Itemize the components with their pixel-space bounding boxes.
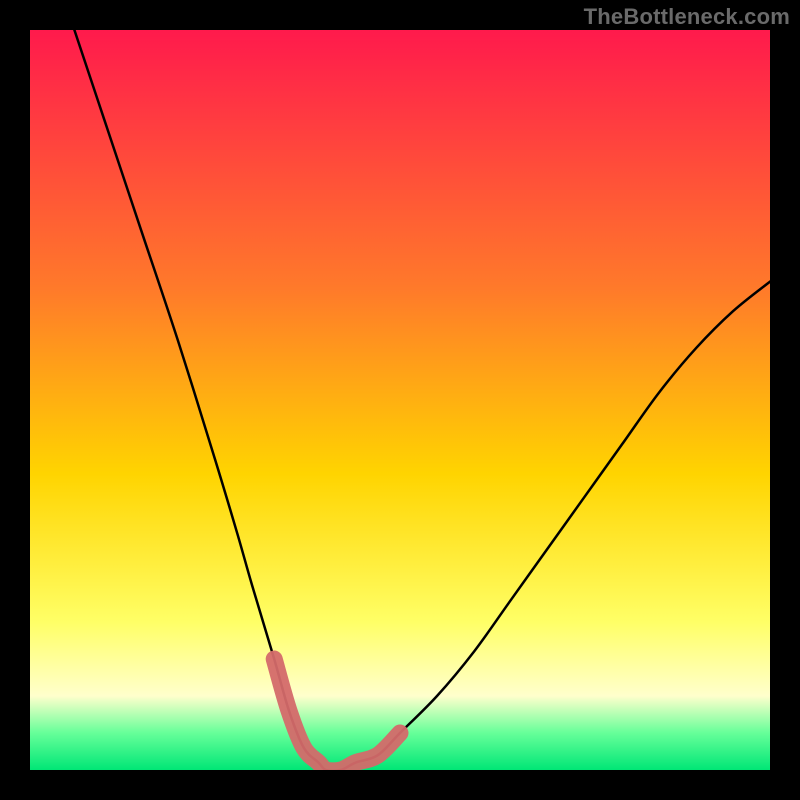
plot-background-gradient (30, 30, 770, 770)
chart-svg (0, 0, 800, 800)
watermark-text: TheBottleneck.com (584, 4, 790, 30)
chart-container: TheBottleneck.com (0, 0, 800, 800)
